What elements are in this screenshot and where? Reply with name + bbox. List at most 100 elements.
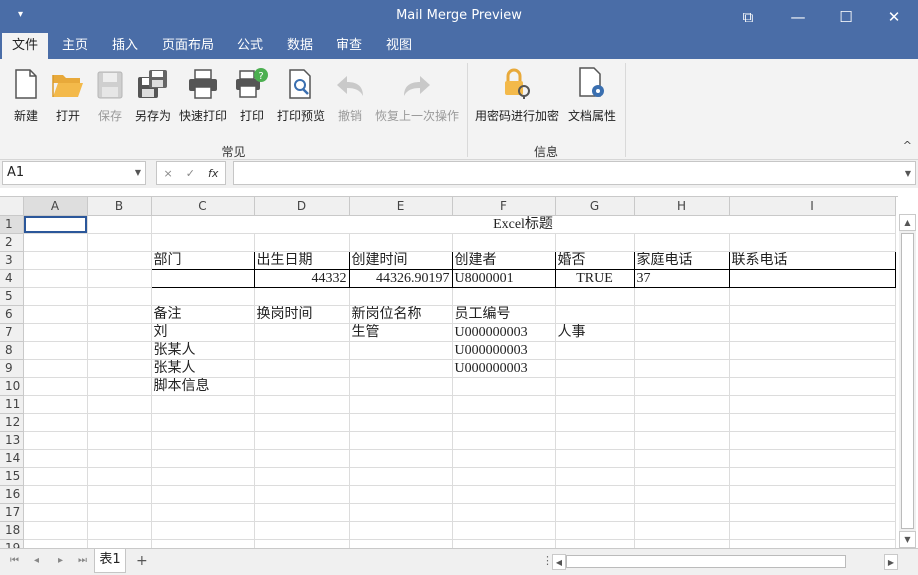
row-header[interactable]: 1 — [0, 215, 24, 234]
cell[interactable]: 员工编号 — [452, 305, 556, 324]
cell[interactable] — [23, 341, 88, 360]
cell[interactable] — [555, 305, 635, 324]
cell[interactable] — [634, 413, 730, 432]
cell[interactable]: 创建时间 — [348, 250, 453, 270]
tab-insert[interactable]: 插入 — [102, 33, 148, 59]
row-header[interactable]: 4 — [0, 269, 24, 288]
cell[interactable] — [555, 377, 635, 396]
cell[interactable]: 家庭电话 — [633, 250, 730, 270]
tab-data[interactable]: 数据 — [278, 33, 322, 59]
cell[interactable] — [349, 467, 453, 486]
cell[interactable] — [555, 431, 635, 450]
row-header[interactable]: 2 — [0, 233, 24, 252]
cell[interactable] — [634, 287, 730, 306]
cell[interactable] — [254, 539, 350, 548]
scroll-right-icon[interactable]: ▶ — [884, 554, 898, 570]
row-header[interactable]: 8 — [0, 341, 24, 360]
close-button[interactable]: ✕ — [870, 0, 918, 33]
cell[interactable] — [729, 449, 896, 468]
cell[interactable] — [729, 485, 896, 504]
cell[interactable] — [555, 359, 635, 378]
cell[interactable] — [151, 413, 255, 432]
cell[interactable] — [87, 251, 152, 270]
cell[interactable] — [87, 449, 152, 468]
cell[interactable] — [150, 269, 255, 288]
formula-input[interactable]: ▼ — [233, 161, 916, 185]
cell[interactable] — [254, 395, 350, 414]
cell[interactable] — [23, 413, 88, 432]
cell[interactable] — [23, 467, 88, 486]
print-preview-button[interactable]: 打印预览 — [275, 65, 327, 127]
cell[interactable] — [729, 539, 896, 548]
cell[interactable] — [349, 377, 453, 396]
encrypt-with-password-button[interactable]: 用密码进行加密 — [474, 65, 560, 127]
cell[interactable]: 出生日期 — [253, 250, 350, 270]
cell[interactable] — [151, 395, 255, 414]
cell[interactable]: 生管 — [349, 323, 453, 342]
cell[interactable] — [729, 359, 896, 378]
cell[interactable]: 张某人 — [151, 341, 255, 360]
cell[interactable] — [23, 395, 88, 414]
cell[interactable] — [87, 539, 152, 548]
redo-button[interactable]: 恢复上一次操作 — [374, 65, 460, 127]
tab-home[interactable]: 主页 — [52, 33, 98, 59]
cell[interactable]: TRUE — [554, 269, 635, 288]
scroll-up-icon[interactable]: ▲ — [899, 214, 916, 231]
cell[interactable]: 创建者 — [451, 250, 556, 270]
cell[interactable] — [452, 449, 556, 468]
cell[interactable] — [23, 431, 88, 450]
tab-file[interactable]: 文件 — [2, 33, 48, 59]
row-header[interactable]: 19 — [0, 539, 24, 548]
open-button[interactable]: 打开 — [50, 65, 86, 127]
row-header[interactable]: 6 — [0, 305, 24, 324]
tab-formulas[interactable]: 公式 — [228, 33, 272, 59]
cell[interactable]: 44332 — [253, 269, 350, 288]
column-header[interactable]: F — [452, 197, 556, 216]
column-header[interactable]: H — [634, 197, 730, 216]
cell[interactable] — [349, 233, 453, 252]
column-header[interactable]: C — [151, 197, 255, 216]
cell[interactable] — [729, 305, 896, 324]
cell[interactable] — [729, 431, 896, 450]
cell[interactable] — [87, 413, 152, 432]
cell[interactable] — [151, 485, 255, 504]
cell[interactable] — [23, 287, 88, 306]
cell[interactable] — [634, 539, 730, 548]
row-header[interactable]: 3 — [0, 251, 24, 270]
cell[interactable] — [254, 233, 350, 252]
cell[interactable] — [555, 521, 635, 540]
cell[interactable]: 刘 — [151, 323, 255, 342]
row-header[interactable]: 14 — [0, 449, 24, 468]
horizontal-scrollbar[interactable]: ◀ ▶ — [552, 554, 898, 570]
cell[interactable] — [452, 377, 556, 396]
cell[interactable] — [87, 215, 152, 234]
cell[interactable] — [23, 377, 88, 396]
cell[interactable] — [254, 287, 350, 306]
title-cell[interactable]: Excel标题 — [151, 215, 896, 234]
cell[interactable] — [729, 233, 896, 252]
cell[interactable] — [452, 287, 556, 306]
scroll-down-icon[interactable]: ▼ — [899, 531, 916, 548]
cell[interactable] — [254, 431, 350, 450]
cell[interactable] — [254, 449, 350, 468]
cell[interactable] — [729, 287, 896, 306]
collapse-ribbon-icon[interactable]: ^ — [903, 139, 912, 152]
column-header[interactable]: G — [555, 197, 635, 216]
cell[interactable] — [452, 539, 556, 548]
cell[interactable]: 部门 — [150, 250, 255, 270]
cell[interactable] — [23, 215, 88, 234]
cell[interactable] — [634, 467, 730, 486]
row-header[interactable]: 12 — [0, 413, 24, 432]
cell[interactable] — [349, 287, 453, 306]
cell[interactable] — [729, 521, 896, 540]
select-all-corner[interactable] — [0, 197, 24, 216]
cell[interactable] — [452, 233, 556, 252]
vertical-scroll-thumb[interactable] — [901, 233, 914, 529]
row-header[interactable]: 10 — [0, 377, 24, 396]
new-button[interactable]: 新建 — [8, 65, 44, 127]
cell[interactable] — [729, 413, 896, 432]
cell[interactable] — [87, 503, 152, 522]
cell[interactable] — [23, 359, 88, 378]
cell[interactable] — [452, 503, 556, 522]
cell[interactable] — [87, 485, 152, 504]
